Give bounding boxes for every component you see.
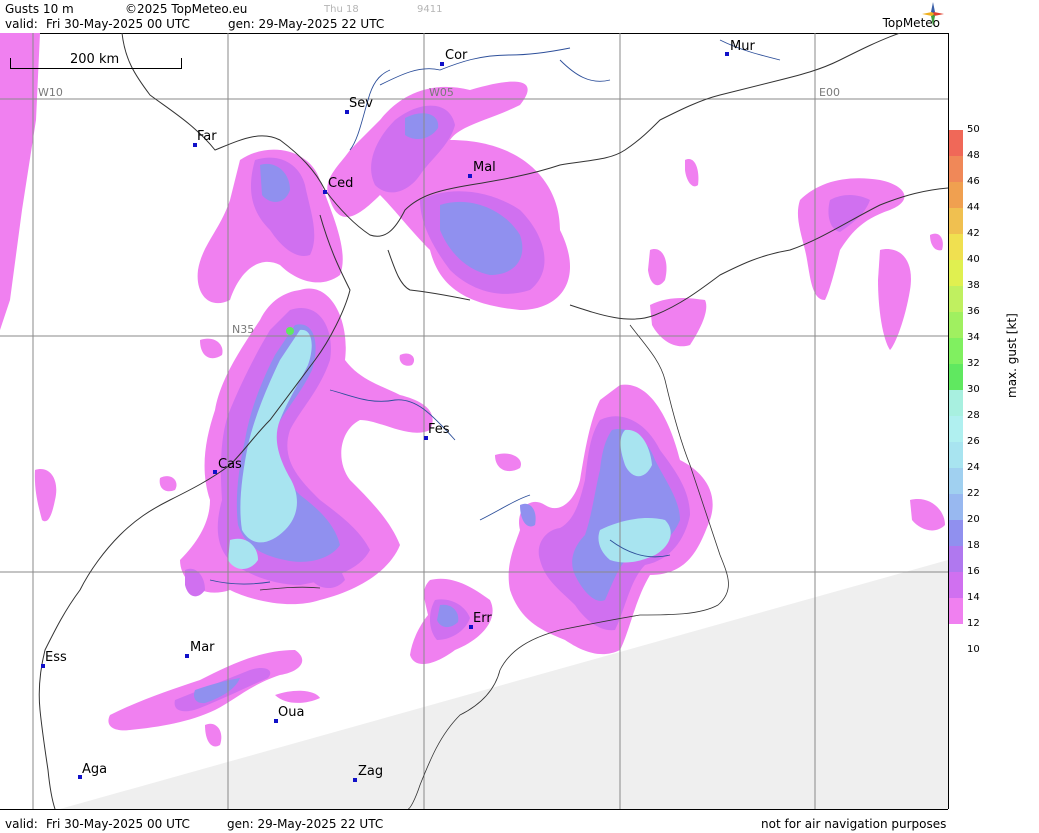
city-label-ess: Ess — [45, 650, 67, 665]
run-code: 9411 — [417, 4, 443, 15]
legend-swatch-b26_28 — [949, 416, 963, 442]
legend-tick: 46 — [967, 176, 980, 187]
legend-tick: 34 — [967, 332, 980, 343]
generated-time: gen: 29-May-2025 22 UTC — [228, 17, 385, 31]
legend-tick: 38 — [967, 280, 980, 291]
legend-swatch-b42_44 — [949, 208, 963, 234]
legend-tick: 26 — [967, 436, 980, 447]
legend-title: max. gust [kt] — [1005, 313, 1019, 398]
legend-tick: 18 — [967, 540, 980, 551]
city-label-cas: Cas — [218, 457, 242, 472]
city-label-mur: Mur — [730, 39, 755, 54]
city-label-err: Err — [473, 611, 492, 626]
legend-swatch-b22_24 — [949, 468, 963, 494]
legend-swatch-b20_22 — [949, 494, 963, 520]
city-label-mar: Mar — [190, 640, 215, 655]
compass-logo-icon — [922, 2, 944, 26]
footer-valid-time: Fri 30-May-2025 00 UTC — [46, 817, 190, 831]
legend-swatch-b32_34 — [949, 338, 963, 364]
legend-swatch-b38_40 — [949, 260, 963, 286]
city-marker-mur — [725, 52, 729, 56]
legend-tick: 12 — [967, 618, 980, 629]
map-footer: valid: Fri 30-May-2025 00 UTC gen: 29-Ma… — [0, 809, 948, 833]
legend-tick: 48 — [967, 150, 980, 161]
map-canvas — [0, 33, 948, 809]
city-label-ced: Ced — [328, 176, 354, 191]
legend-tick: 10 — [967, 644, 980, 655]
city-label-zag: Zag — [358, 764, 384, 779]
grid-label-n35: N35 — [232, 323, 255, 336]
city-marker-zag — [353, 778, 357, 782]
legend-swatch-b14_16 — [949, 572, 963, 598]
legend-swatch-b34_36 — [949, 312, 963, 338]
legend-tick: 22 — [967, 488, 980, 499]
grid-label-w05: W05 — [429, 86, 454, 99]
legend-tick: 28 — [967, 410, 980, 421]
city-label-aga: Aga — [82, 762, 108, 777]
city-marker-mal — [468, 174, 472, 178]
color-legend: 50 48 46 44 42 40 38 36 34 32 30 28 26 24 22 20 18 16 14 12… — [949, 0, 1039, 832]
legend-tick: 42 — [967, 228, 980, 239]
legend-tick: 32 — [967, 358, 980, 369]
legend-swatch-b40_42 — [949, 234, 963, 260]
legend-tick: 14 — [967, 592, 980, 603]
grid-label-e00: E00 — [819, 86, 840, 99]
legend-tick: 36 — [967, 306, 980, 317]
legend-swatch-b16_18 — [949, 546, 963, 572]
city-label-mal: Mal — [473, 160, 496, 175]
weather-map: 200 km W10 W05 E00 N35 Cor Mur Sev Far C… — [0, 33, 949, 809]
city-label-cor: Cor — [445, 48, 468, 63]
valid-label: valid: — [5, 17, 38, 31]
legend-tick: 20 — [967, 514, 980, 525]
legend-swatch-b28_30 — [949, 390, 963, 416]
city-marker-cas — [213, 470, 217, 474]
legend-tick: 40 — [967, 254, 980, 265]
legend-swatch-b24_26 — [949, 442, 963, 468]
legend-tick: 44 — [967, 202, 980, 213]
footer-disclaimer: not for air navigation purposes — [761, 817, 947, 831]
parameter-title: Gusts 10 m — [5, 2, 74, 16]
legend-swatch-b36_38 — [949, 286, 963, 312]
grid-label-w10: W10 — [38, 86, 63, 99]
legend-tick: 50 — [967, 124, 980, 135]
legend-swatch-b12_14 — [949, 598, 963, 624]
footer-generated-time: gen: 29-May-2025 22 UTC — [227, 817, 384, 831]
city-label-fes: Fes — [428, 422, 450, 437]
footer-valid-label: valid: — [5, 817, 38, 831]
map-header: Gusts 10 m ©2025 TopMeteo.eu Thu 18 9411… — [0, 0, 948, 34]
legend-swatch-b46_48 — [949, 156, 963, 182]
scale-bar-label: 200 km — [70, 52, 120, 67]
legend-tick: 30 — [967, 384, 980, 395]
city-label-far: Far — [197, 129, 217, 144]
gust-peak-34 — [286, 327, 294, 335]
city-label-sev: Sev — [349, 96, 373, 111]
city-marker-cor — [440, 62, 444, 66]
copyright: ©2025 TopMeteo.eu — [125, 2, 248, 16]
legend-swatch-b48_50 — [949, 130, 963, 156]
legend-swatch-b18_20 — [949, 520, 963, 546]
city-label-oua: Oua — [278, 705, 305, 720]
legend-tick: 16 — [967, 566, 980, 577]
legend-swatch-b30_32 — [949, 364, 963, 390]
legend-swatch-b44_46 — [949, 182, 963, 208]
valid-time: Fri 30-May-2025 00 UTC — [46, 17, 190, 31]
city-marker-mar — [185, 654, 189, 658]
day-label: Thu 18 — [324, 4, 359, 15]
legend-tick: 24 — [967, 462, 980, 473]
city-marker-ced — [323, 190, 327, 194]
